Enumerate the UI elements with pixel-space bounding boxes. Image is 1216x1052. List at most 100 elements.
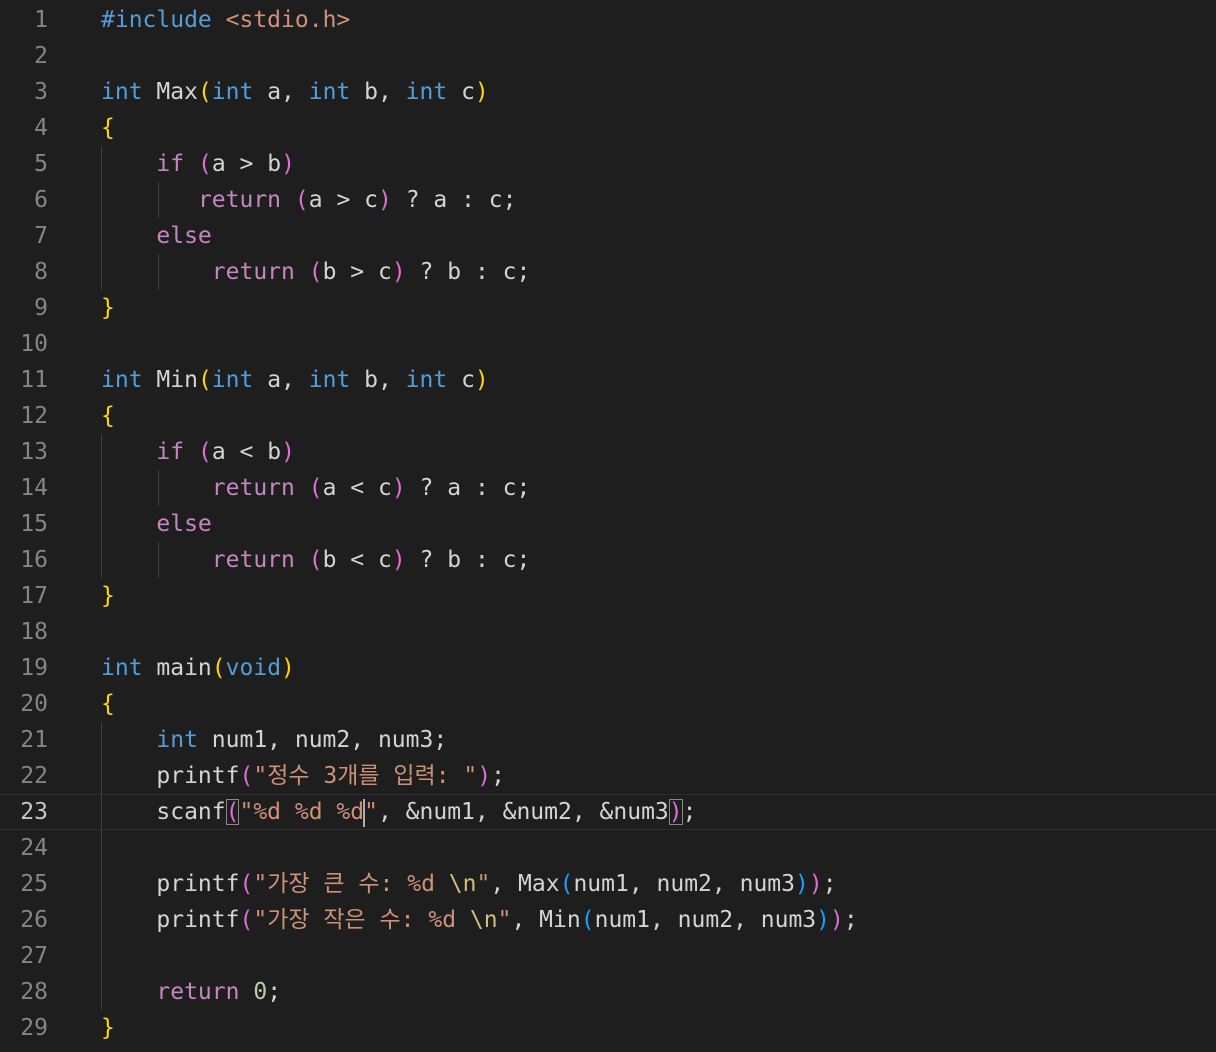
keyword-token: int [211,367,254,393]
control-keyword-token: return [211,547,295,573]
code-text: c [447,367,475,393]
code-line[interactable]: 25 printf("가장 큰 수: %d \n", Max(num1, num… [0,866,1216,902]
code-content[interactable]: else [101,218,211,254]
bracket-token: ) [391,475,406,501]
code-content[interactable]: return (a < c) ? a : c; [101,470,531,506]
code-line[interactable]: 18 [0,614,1216,650]
code-editor[interactable]: 1 #include <stdio.h> 2 3 int Max(int a, int … [0,2,1216,1052]
code-text: , &num1, &num2, &num3 [377,799,669,825]
line-number: 21 [20,727,48,753]
code-content[interactable]: printf("가장 작은 수: %d \n", Min(num1, num2,… [101,902,857,938]
string-token: " [364,799,378,825]
code-content[interactable]: int num1, num2, num3; [101,722,447,758]
string-token: "정수 3개를 입력: " [253,763,478,789]
code-line[interactable]: 26 printf("가장 작은 수: %d \n", Min(num1, nu… [0,902,1216,938]
bracket-token: ( [308,475,323,501]
code-content[interactable]: else [101,506,211,542]
bracket-token: } [101,295,115,321]
bracket-token: } [101,1015,115,1041]
line-number: 29 [20,1015,48,1041]
code-content[interactable]: return 0; [101,974,281,1010]
code-content[interactable]: return (b > c) ? b : c; [101,254,531,290]
code-content[interactable]: } [101,578,115,614]
code-line[interactable]: 1 #include <stdio.h> [0,2,1216,38]
code-line[interactable]: 23 scanf("%d %d %d", &num1, &num2, &num3… [0,794,1216,830]
bracket-token: ) [281,151,295,177]
bracket-token: ) [474,79,489,105]
code-line[interactable]: 13 if (a < b) [0,434,1216,470]
bracket-token: { [101,403,115,429]
code-line[interactable]: 2 [0,38,1216,74]
code-line[interactable]: 29} [0,1010,1216,1046]
code-text: printf [101,907,240,933]
code-line[interactable]: 19 int main(void) [0,650,1216,686]
code-content[interactable]: if (a < b) [101,434,295,470]
matched-bracket-token: ( [225,799,240,825]
code-text: Max [142,79,198,105]
code-text: b < c [322,547,392,573]
code-line[interactable]: 16 return (b < c) ? b : c; [0,542,1216,578]
bracket-token: ( [559,871,574,897]
code-line[interactable]: 9} [0,290,1216,326]
bracket-token: ) [391,259,406,285]
code-content[interactable]: int Min(int a, int b, int c) [101,362,489,398]
code-text: main [142,655,212,681]
code-line[interactable]: 12 { [0,398,1216,434]
code-text: b, [350,367,406,393]
code-line[interactable]: 17} [0,578,1216,614]
code-content[interactable]: { [101,110,115,146]
line-number: 25 [20,871,48,897]
code-content[interactable]: int main(void) [101,650,295,686]
code-line[interactable]: 20 { [0,686,1216,722]
code-line[interactable]: 8 return (b > c) ? b : c; [0,254,1216,290]
indent-guide [101,830,102,866]
code-line[interactable]: 10 [0,326,1216,362]
code-content[interactable]: } [101,1010,115,1046]
code-content[interactable]: { [101,398,115,434]
code-line[interactable]: 14 return (a < c) ? a : c; [0,470,1216,506]
code-text: scanf [101,799,226,825]
code-line[interactable]: 5 if (a > b) [0,146,1216,182]
code-content[interactable]: scanf("%d %d %d", &num1, &num2, &num3); [101,794,696,830]
code-content[interactable]: int Max(int a, int b, int c) [101,74,489,110]
line-number: 13 [20,439,48,465]
code-line[interactable]: 11 int Min(int a, int b, int c) [0,362,1216,398]
line-number: 24 [20,835,48,861]
code-content[interactable]: #include <stdio.h> [101,2,350,38]
code-content[interactable]: { [101,686,115,722]
code-line[interactable]: 21 int num1, num2, num3; [0,722,1216,758]
line-number: 17 [20,583,48,609]
code-text: num1, num2, num3 [573,871,795,897]
keyword-token: int [101,655,143,681]
control-keyword-token: return [197,187,282,213]
code-line[interactable]: 6 return (a > c) ? a : c; [0,182,1216,218]
code-line[interactable]: 3 int Max(int a, int b, int c) [0,74,1216,110]
line-number: 10 [20,331,48,357]
code-line[interactable]: 28 return 0; [0,974,1216,1010]
bracket-token: } [101,583,115,609]
bracket-token: ) [795,871,809,897]
code-line[interactable]: 22 printf("정수 3개를 입력: "); [0,758,1216,794]
code-content[interactable]: if (a > b) [101,146,295,182]
code-line[interactable]: 24 [0,830,1216,866]
bracket-token: ) [808,871,823,897]
bracket-token: ( [197,151,212,177]
code-line[interactable]: 7 else [0,218,1216,254]
bracket-token: ) [281,439,295,465]
code-line[interactable]: 27 [0,938,1216,974]
code-content[interactable]: printf("가장 큰 수: %d \n", Max(num1, num2, … [101,866,836,902]
code-content[interactable]: printf("정수 3개를 입력: "); [101,758,505,794]
code-content[interactable]: return (a > c) ? a : c; [101,182,517,218]
code-content[interactable]: return (b < c) ? b : c; [101,542,531,578]
code-content[interactable]: } [101,290,115,326]
code-text: num1, num2, num3; [197,727,448,753]
code-line[interactable]: 15 else [0,506,1216,542]
code-line[interactable]: 4{ [0,110,1216,146]
keyword-token: int [405,367,448,393]
